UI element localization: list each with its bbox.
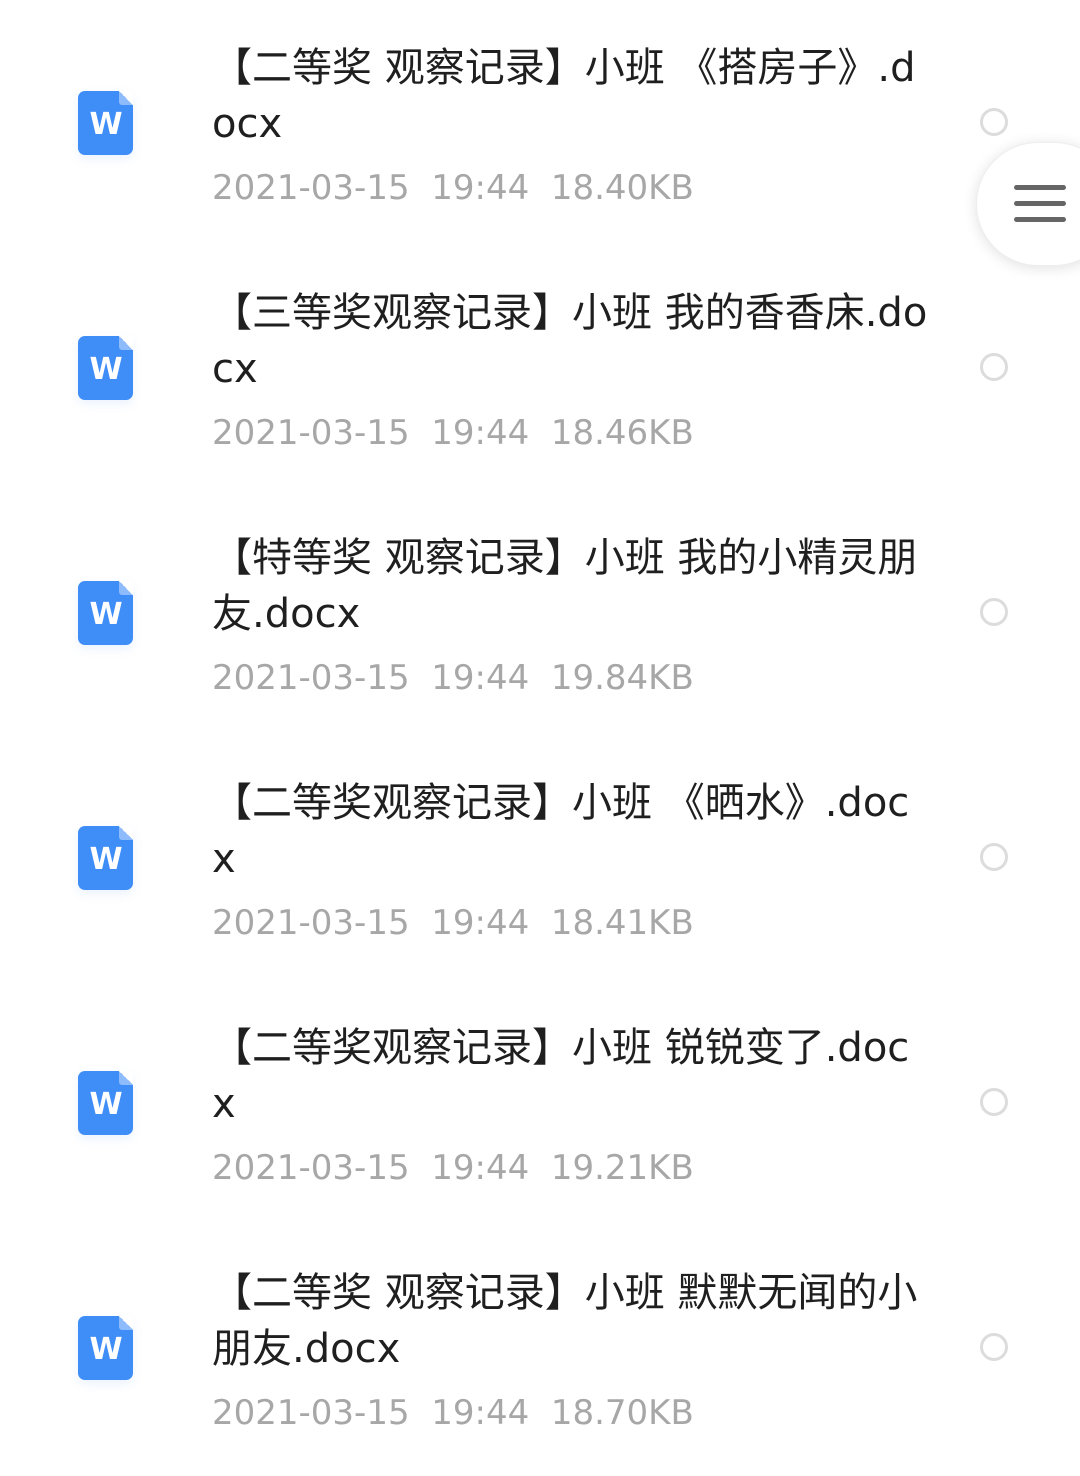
file-time: 19:44	[431, 658, 530, 698]
file-time: 19:44	[431, 903, 530, 943]
file-date: 2021-03-15	[212, 658, 410, 698]
file-date: 2021-03-15	[212, 1393, 410, 1433]
file-name: 【二等奖观察记录】小班 锐锐变了.docx	[212, 1025, 910, 1127]
select-radio[interactable]	[980, 1333, 1008, 1361]
word-doc-icon: W	[78, 91, 133, 155]
word-doc-icon: W	[78, 826, 133, 890]
file-size: 18.70KB	[550, 1393, 694, 1433]
select-radio[interactable]	[980, 598, 1008, 626]
file-time: 19:44	[431, 1393, 530, 1433]
file-size: 18.46KB	[550, 413, 694, 453]
file-meta: 2021-03-15 19:44 19.21KB	[212, 1148, 694, 1188]
file-meta: 2021-03-15 19:44 19.84KB	[212, 658, 694, 698]
file-meta: 2021-03-15 19:44 18.70KB	[212, 1393, 694, 1433]
file-list: W 【二等奖 观察记录】小班 《搭房子》.docx 2021-03-15 19:…	[0, 0, 1080, 1476]
word-doc-icon: W	[78, 581, 133, 645]
file-time: 19:44	[431, 168, 530, 208]
select-radio[interactable]	[980, 1088, 1008, 1116]
file-name: 【二等奖 观察记录】小班 默默无闻的小朋友.docx	[212, 1270, 918, 1372]
file-date: 2021-03-15	[212, 903, 410, 943]
file-meta: 2021-03-15 19:44 18.46KB	[212, 413, 694, 453]
word-doc-icon: W	[78, 1316, 133, 1380]
word-doc-icon: W	[78, 336, 133, 400]
file-date: 2021-03-15	[212, 168, 410, 208]
file-row[interactable]: W 【三等奖观察记录】小班 我的香香床.docx 2021-03-15 19:4…	[0, 245, 1080, 490]
file-row[interactable]: W 【二等奖 观察记录】小班 《搭房子》.docx 2021-03-15 19:…	[0, 0, 1080, 245]
file-name: 【三等奖观察记录】小班 我的香香床.docx	[212, 290, 928, 392]
file-row[interactable]: W 【二等奖观察记录】小班 锐锐变了.docx 2021-03-15 19:44…	[0, 980, 1080, 1225]
file-date: 2021-03-15	[212, 413, 410, 453]
file-name: 【特等奖 观察记录】小班 我的小精灵朋友.docx	[212, 535, 918, 637]
file-size: 19.84KB	[550, 658, 694, 698]
file-time: 19:44	[431, 413, 530, 453]
file-row[interactable]: W 【特等奖 观察记录】小班 我的小精灵朋友.docx 2021-03-15 1…	[0, 490, 1080, 735]
file-meta: 2021-03-15 19:44 18.40KB	[212, 168, 694, 208]
file-meta: 2021-03-15 19:44 18.41KB	[212, 903, 694, 943]
select-radio[interactable]	[980, 353, 1008, 381]
file-row[interactable]: W 【二等奖观察记录】小班 《晒水》.docx 2021-03-15 19:44…	[0, 735, 1080, 980]
select-radio[interactable]	[980, 843, 1008, 871]
file-name: 【二等奖 观察记录】小班 《搭房子》.docx	[212, 45, 916, 147]
file-size: 18.41KB	[550, 903, 694, 943]
file-row[interactable]: W 【二等奖 观察记录】小班 默默无闻的小朋友.docx 2021-03-15 …	[0, 1225, 1080, 1470]
file-name: 【二等奖观察记录】小班 《晒水》.docx	[212, 780, 910, 882]
file-date: 2021-03-15	[212, 1148, 410, 1188]
file-size: 18.40KB	[550, 168, 694, 208]
file-time: 19:44	[431, 1148, 530, 1188]
select-radio[interactable]	[980, 108, 1008, 136]
file-size: 19.21KB	[550, 1148, 694, 1188]
word-doc-icon: W	[78, 1071, 133, 1135]
